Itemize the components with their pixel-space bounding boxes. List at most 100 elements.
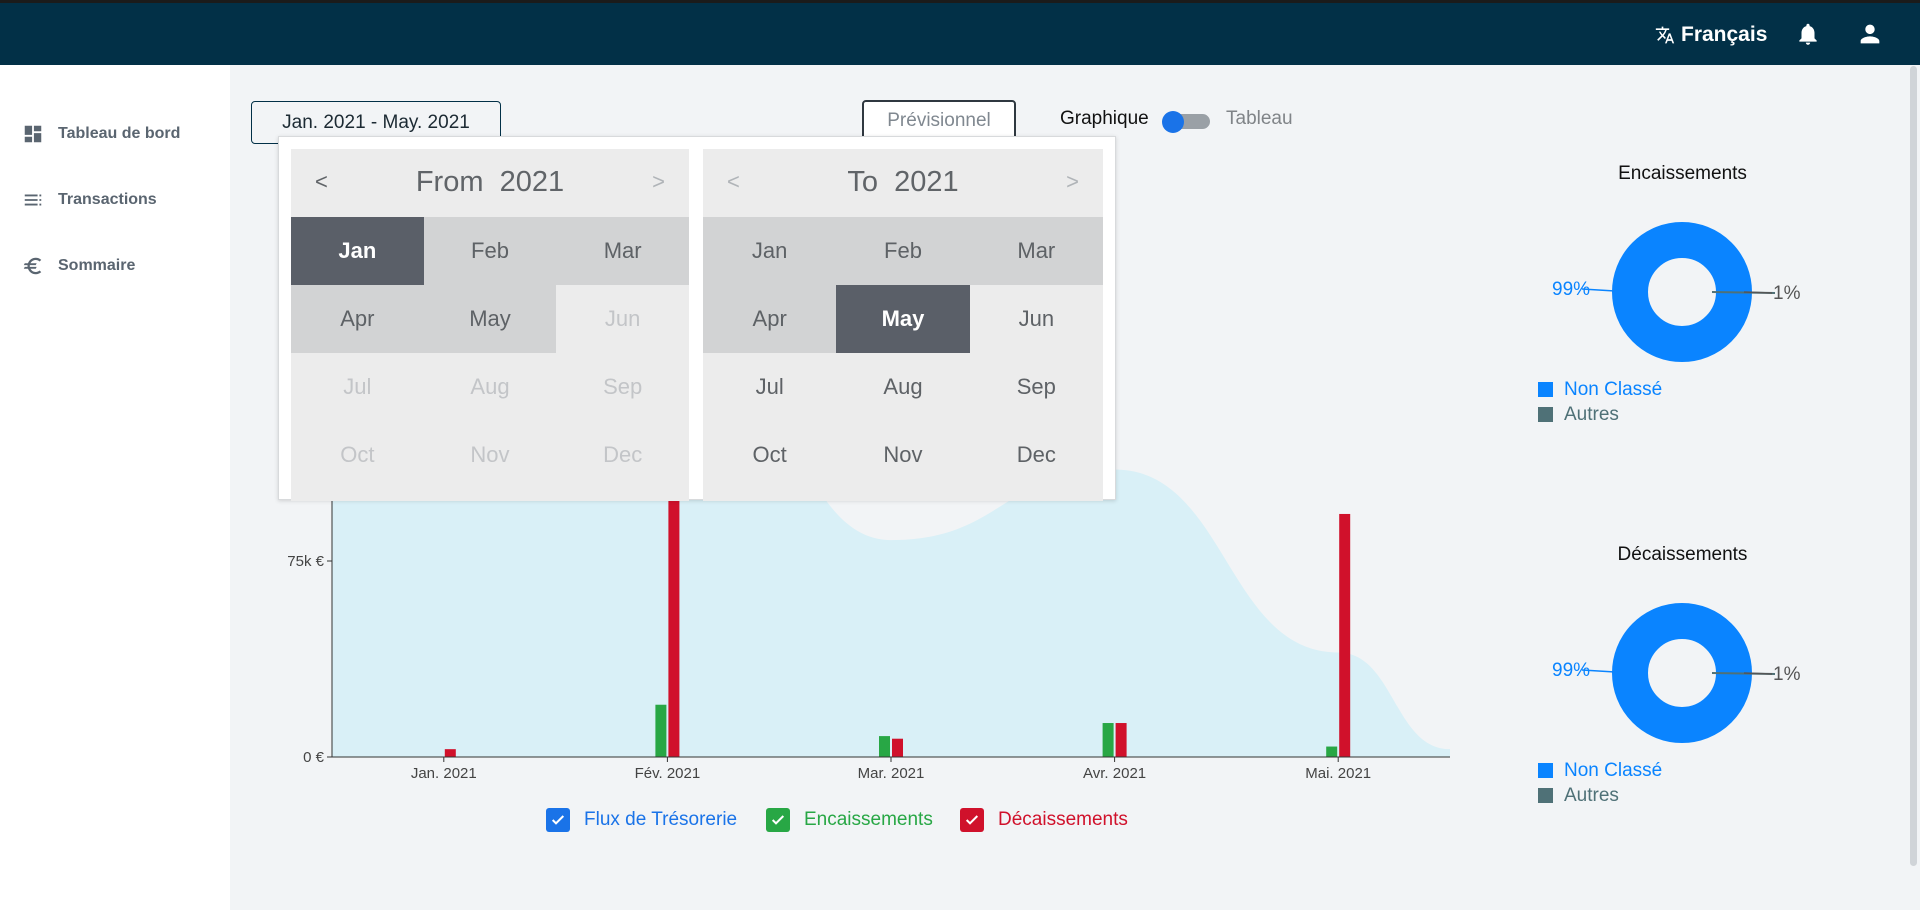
to-month-grid: Jan Feb Mar Apr May Jun Jul Aug Sep Oct Nov Dec (703, 217, 1103, 489)
swatch (1538, 382, 1553, 397)
from-month-aug: Aug (470, 374, 510, 399)
check-icon (551, 815, 565, 825)
sidebar-item-label: Transactions (58, 191, 157, 208)
x-tick-label: Fév. 2021 (635, 765, 701, 782)
from-month-dec: Dec (603, 442, 643, 467)
legend-label: Non Classé (1564, 759, 1663, 781)
donut-chart-decaissements: 99% 1% (1552, 603, 1801, 743)
dashboard-icon (24, 125, 42, 143)
from-month-apr[interactable]: Apr (291, 285, 424, 353)
to-month-may[interactable]: May (836, 285, 970, 353)
translate-icon (1655, 26, 1675, 44)
to-month-jun[interactable]: Jun (970, 285, 1103, 353)
sidebar-item-dashboard[interactable]: Tableau de bord (22, 122, 180, 146)
checkbox-encaissements[interactable] (766, 808, 790, 832)
bell-icon[interactable] (1795, 20, 1821, 48)
legend-label: Autres (1564, 784, 1619, 806)
toggle-knob (1162, 111, 1184, 133)
checkbox-decaissements[interactable] (960, 808, 984, 832)
from-month-may[interactable]: May (423, 285, 557, 353)
from-title: From 2021 (416, 166, 564, 199)
to-title: To 2021 (847, 166, 958, 199)
legend-item-encaissements[interactable]: Encaissements (766, 808, 933, 832)
to-month-oct[interactable]: Oct (703, 421, 836, 489)
legend-row[interactable]: Non Classé (1538, 377, 1662, 402)
view-table-label: Tableau (1226, 108, 1293, 129)
legend-label: Flux de Trésorerie (584, 809, 738, 830)
legend-item-flux[interactable]: Flux de Trésorerie (546, 808, 737, 832)
to-month-dec[interactable]: Dec (970, 421, 1103, 489)
view-toggle[interactable] (1162, 111, 1210, 133)
to-month-feb[interactable]: Feb (836, 217, 970, 285)
from-prev-year-button[interactable]: < (315, 169, 328, 195)
swatch (1538, 407, 1553, 422)
language-selector[interactable]: Français (1655, 22, 1767, 48)
from-next-year-button[interactable]: > (652, 169, 665, 195)
to-month-aug[interactable]: Aug (836, 353, 969, 421)
sidebar-item-label: Tableau de bord (58, 125, 181, 142)
to-month-jul[interactable]: Jul (703, 353, 836, 421)
donut-legend-decaissements: Non Classé Autres (1538, 758, 1662, 808)
picker-from-header: < From 2021 > (291, 149, 689, 215)
to-month-apr[interactable]: Apr (703, 285, 837, 353)
y-tick-label: 75k € (287, 553, 324, 570)
legend-row[interactable]: Non Classé (1538, 758, 1662, 783)
from-month-feb[interactable]: Feb (423, 217, 557, 285)
slice-label: 99% (1552, 279, 1590, 300)
from-year: 2021 (499, 165, 565, 198)
language-label: Français (1681, 23, 1768, 46)
check-icon (965, 815, 979, 825)
bar-encaissements[interactable] (1326, 746, 1338, 757)
slice-label: 99% (1552, 660, 1590, 681)
legend-label: Encaissements (804, 809, 933, 830)
x-tick-label: Mai. 2021 (1305, 765, 1371, 782)
euro-icon (23, 257, 42, 275)
legend-row[interactable]: Autres (1538, 783, 1662, 808)
sidebar-item-transactions[interactable]: Transactions (22, 188, 157, 212)
check-icon (771, 815, 785, 825)
from-month-grid: Jan Feb Mar Apr May Jun Jul Aug Sep Oct Nov Dec (291, 217, 689, 489)
to-prev-year-button[interactable]: < (727, 169, 740, 195)
user-icon[interactable] (1856, 20, 1884, 48)
bar-decaissements[interactable] (1115, 723, 1127, 757)
list-icon (24, 194, 42, 206)
to-month-nov[interactable]: Nov (836, 421, 969, 489)
month-range-picker: < From 2021 > Jan Feb Mar Apr May Jun Jul Aug Se… (278, 136, 1116, 501)
legend-item-decaissements[interactable]: Décaissements (960, 808, 1128, 832)
slice-label: 1% (1773, 664, 1801, 685)
swatch (1538, 788, 1553, 803)
bar-decaissements[interactable] (444, 749, 456, 757)
bar-encaissements[interactable] (1102, 723, 1114, 757)
from-label: From (415, 165, 484, 198)
from-month-mar[interactable]: Mar (556, 217, 689, 285)
donut-title-encaissements: Encaissements (1618, 163, 1747, 184)
donut-chart-encaissements: 99% 1% (1552, 222, 1801, 362)
legend-label: Décaissements (998, 809, 1128, 830)
scrollbar-thumb[interactable] (1910, 66, 1917, 866)
label-leader (1743, 672, 1773, 675)
sidebar-item-label: Sommaire (58, 257, 136, 274)
legend-row[interactable]: Autres (1538, 402, 1662, 427)
x-tick-label: Jan. 2021 (411, 765, 477, 782)
from-month-oct: Oct (340, 442, 375, 467)
bar-encaissements[interactable] (655, 704, 667, 757)
donut-title-decaissements: Décaissements (1617, 544, 1748, 565)
to-month-sep[interactable]: Sep (970, 353, 1103, 421)
bar-decaissements[interactable] (1339, 513, 1351, 757)
sidebar-item-summary[interactable]: Sommaire (22, 254, 135, 278)
donut-legend-encaissements: Non Classé Autres (1538, 377, 1662, 427)
view-graph-label: Graphique (1060, 108, 1149, 129)
to-label: To (847, 165, 878, 198)
from-month-jan[interactable]: Jan (291, 217, 424, 285)
legend-label: Non Classé (1564, 378, 1663, 400)
bar-decaissements[interactable] (892, 738, 903, 757)
to-month-jan[interactable]: Jan (703, 217, 837, 285)
top-bar: Français (0, 0, 1920, 65)
to-next-year-button[interactable]: > (1066, 169, 1079, 195)
label-leader (1743, 291, 1773, 294)
to-month-mar[interactable]: Mar (969, 217, 1103, 285)
legend-label: Autres (1564, 403, 1619, 425)
checkbox-flux[interactable] (546, 808, 570, 832)
slice-label: 1% (1773, 283, 1801, 304)
bar-encaissements[interactable] (879, 736, 890, 757)
